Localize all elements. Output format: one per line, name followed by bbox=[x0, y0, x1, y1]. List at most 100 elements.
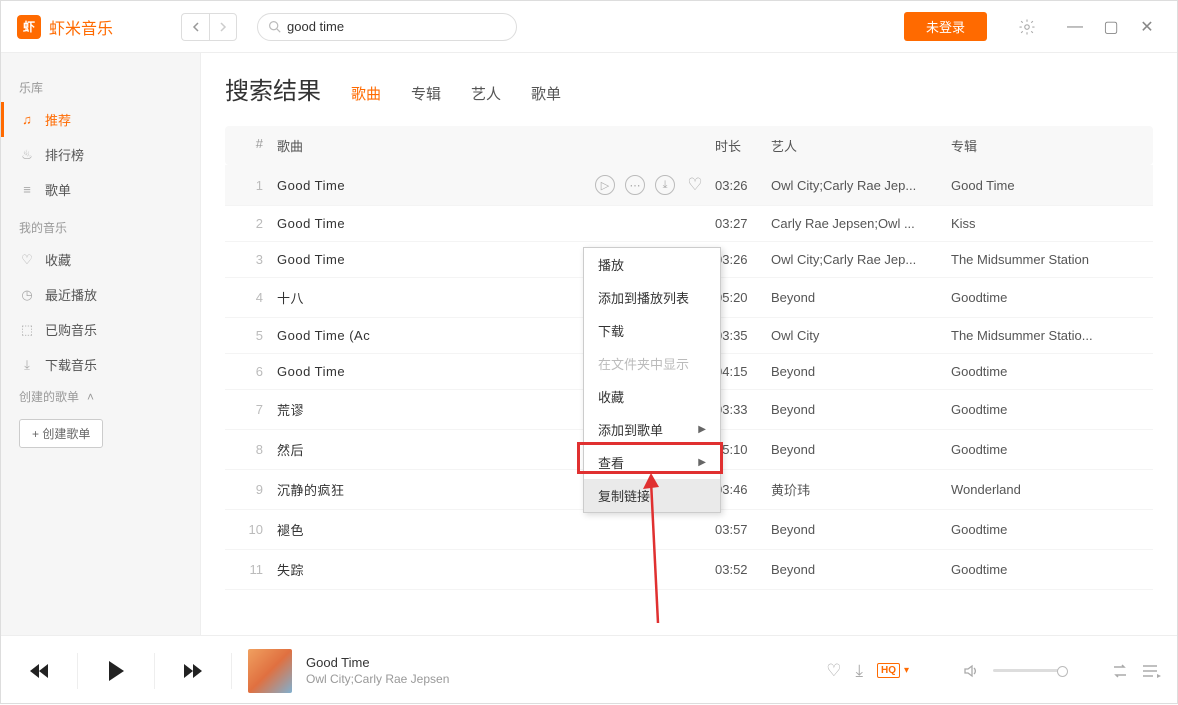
now-playing-artist: Owl City;Carly Rae Jepsen bbox=[306, 672, 449, 686]
song-duration: 03:35 bbox=[715, 328, 771, 343]
table-row[interactable]: 2Good Time03:27Carly Rae Jepsen;Owl ...K… bbox=[225, 206, 1153, 242]
song-title: 褪色 bbox=[277, 520, 715, 539]
table-row[interactable]: 10褪色03:57BeyondGoodtime bbox=[225, 510, 1153, 550]
row-number: 8 bbox=[237, 442, 277, 457]
song-artist: Beyond bbox=[771, 562, 951, 577]
play-button[interactable] bbox=[94, 649, 138, 693]
sidebar-item-label: 已购音乐 bbox=[45, 320, 97, 339]
context-menu-item[interactable]: 播放 bbox=[584, 248, 720, 281]
flame-icon: ♨ bbox=[19, 147, 35, 163]
tab-artists[interactable]: 艺人 bbox=[471, 83, 501, 108]
context-menu-item[interactable]: 下载 bbox=[584, 314, 720, 347]
song-artist: Beyond bbox=[771, 522, 951, 537]
sidebar-item-purchased[interactable]: ⬚ 已购音乐 bbox=[1, 312, 200, 347]
song-artist: Owl City;Carly Rae Jep... bbox=[771, 252, 951, 267]
search-input[interactable] bbox=[287, 19, 506, 34]
volume-slider[interactable] bbox=[993, 669, 1063, 672]
row-number: 1 bbox=[237, 178, 277, 193]
row-number: 4 bbox=[237, 290, 277, 305]
tab-playlists[interactable]: 歌单 bbox=[531, 83, 561, 108]
sidebar-section-created[interactable]: 创建的歌单 ˄ bbox=[1, 382, 200, 411]
song-album: Kiss bbox=[951, 216, 1141, 231]
row-number: 3 bbox=[237, 252, 277, 267]
play-icon[interactable]: ▷ bbox=[595, 175, 615, 195]
song-duration: 03:26 bbox=[715, 178, 771, 193]
song-album: The Midsummer Station bbox=[951, 252, 1141, 267]
favorite-button[interactable]: ♡ bbox=[826, 661, 841, 681]
sidebar-section-mymusic: 我的音乐 bbox=[1, 213, 200, 242]
song-title: Good Time bbox=[277, 216, 715, 231]
cart-icon: ⬚ bbox=[19, 322, 35, 338]
close-button[interactable]: ✕ bbox=[1133, 13, 1161, 41]
login-button[interactable]: 未登录 bbox=[904, 12, 987, 41]
context-menu-item[interactable]: 添加到播放列表 bbox=[584, 281, 720, 314]
search-icon bbox=[268, 20, 281, 33]
song-artist: Owl City;Carly Rae Jep... bbox=[771, 178, 951, 193]
song-album: Goodtime bbox=[951, 290, 1141, 305]
sidebar-item-recommend[interactable]: ♫ 推荐 bbox=[1, 102, 200, 137]
context-menu-item[interactable]: 添加到歌单▶ bbox=[584, 413, 720, 446]
song-duration: 03:52 bbox=[715, 562, 771, 577]
row-number: 5 bbox=[237, 328, 277, 343]
create-playlist-button[interactable]: + 创建歌单 bbox=[19, 419, 103, 448]
maximize-button[interactable]: ▢ bbox=[1097, 13, 1125, 41]
volume-button[interactable] bbox=[963, 663, 979, 679]
download-track-button[interactable]: ⤓ bbox=[855, 661, 863, 681]
search-box[interactable] bbox=[257, 13, 517, 41]
sidebar-item-downloads[interactable]: ⤓ 下载音乐 bbox=[1, 347, 200, 382]
song-artist: Beyond bbox=[771, 402, 951, 417]
more-icon[interactable]: ⋯ bbox=[625, 175, 645, 195]
song-artist: Beyond bbox=[771, 364, 951, 379]
row-number: 10 bbox=[237, 522, 277, 537]
song-album: Goodtime bbox=[951, 364, 1141, 379]
row-number: 11 bbox=[237, 562, 277, 577]
sidebar-item-playlists[interactable]: ≡ 歌单 bbox=[1, 172, 200, 207]
song-album: Wonderland bbox=[951, 482, 1141, 497]
album-art[interactable] bbox=[248, 649, 292, 693]
table-row[interactable]: 1Good Time▷ ⋯ ⤓ ♡ 03:26Owl City;Carly Rae Je… bbox=[225, 165, 1153, 206]
song-album: The Midsummer Statio... bbox=[951, 328, 1141, 343]
sidebar: 乐库 ♫ 推荐 ♨ 排行榜 ≡ 歌单 我的音乐 ♡ 收藏 ◷ 最近播放 ⬚ 已购… bbox=[1, 53, 201, 635]
quality-button[interactable]: HQ▾ bbox=[877, 663, 909, 678]
tab-songs[interactable]: 歌曲 bbox=[351, 83, 381, 108]
chevron-right-icon: ▶ bbox=[698, 457, 706, 468]
queue-button[interactable] bbox=[1143, 664, 1161, 678]
sidebar-item-favorites[interactable]: ♡ 收藏 bbox=[1, 242, 200, 277]
song-title: Good Time bbox=[277, 178, 595, 193]
song-artist: Owl City bbox=[771, 328, 951, 343]
download-icon[interactable]: ⤓ bbox=[655, 175, 675, 195]
song-duration: 03:27 bbox=[715, 216, 771, 231]
settings-button[interactable] bbox=[1013, 13, 1041, 41]
song-album: Goodtime bbox=[951, 402, 1141, 417]
row-number: 7 bbox=[237, 402, 277, 417]
minimize-button[interactable]: — bbox=[1061, 13, 1089, 41]
col-number: # bbox=[237, 136, 277, 155]
repeat-button[interactable] bbox=[1111, 663, 1129, 679]
context-menu-item[interactable]: 收藏 bbox=[584, 380, 720, 413]
prev-track-button[interactable] bbox=[17, 649, 61, 693]
chevron-up-icon: ˄ bbox=[87, 390, 94, 404]
sidebar-item-label: 歌单 bbox=[45, 180, 71, 199]
tab-albums[interactable]: 专辑 bbox=[411, 83, 441, 108]
col-song: 歌曲 bbox=[277, 136, 715, 155]
song-duration: 03:57 bbox=[715, 522, 771, 537]
nav-back-button[interactable] bbox=[181, 13, 209, 41]
sidebar-item-recent[interactable]: ◷ 最近播放 bbox=[1, 277, 200, 312]
music-note-icon: ♫ bbox=[19, 112, 35, 128]
download-icon: ⤓ bbox=[19, 357, 35, 373]
song-artist: Beyond bbox=[771, 442, 951, 457]
sidebar-item-label: 最近播放 bbox=[45, 285, 97, 304]
song-title: 失踪 bbox=[277, 560, 715, 579]
table-row[interactable]: 11失踪03:52BeyondGoodtime bbox=[225, 550, 1153, 590]
song-album: Goodtime bbox=[951, 562, 1141, 577]
list-icon: ≡ bbox=[19, 182, 35, 198]
next-track-button[interactable] bbox=[171, 649, 215, 693]
context-menu-item: 在文件夹中显示 bbox=[584, 347, 720, 380]
nav-forward-button[interactable] bbox=[209, 13, 237, 41]
now-playing-title: Good Time bbox=[306, 655, 449, 670]
col-duration: 时长 bbox=[715, 136, 771, 155]
heart-icon[interactable]: ♡ bbox=[685, 175, 705, 195]
sidebar-item-charts[interactable]: ♨ 排行榜 bbox=[1, 137, 200, 172]
context-menu-item[interactable]: 复制链接 bbox=[584, 479, 720, 512]
context-menu-item[interactable]: 查看▶ bbox=[584, 446, 720, 479]
